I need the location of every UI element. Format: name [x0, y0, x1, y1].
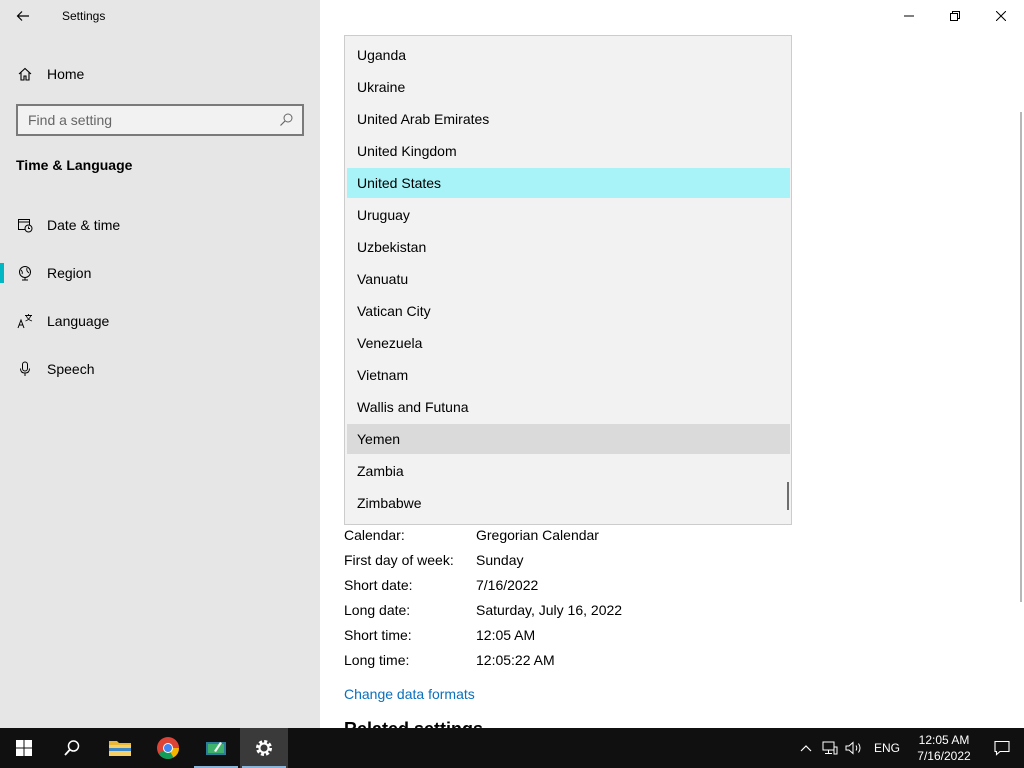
sidebar-item-label: Speech [47, 361, 95, 377]
search-icon[interactable] [278, 112, 294, 128]
regional-format-data: Calendar: Gregorian Calendar First day o… [344, 522, 622, 672]
sidebar-item-speech[interactable]: Speech [0, 349, 320, 389]
sidebar-item-date-time[interactable]: Date & time [0, 205, 320, 245]
clock-time: 12:05 AM [918, 733, 970, 747]
dropdown-option[interactable]: United Kingdom [347, 136, 790, 166]
language-icon [17, 313, 33, 329]
home-icon [17, 66, 33, 82]
sidebar-item-language[interactable]: Language [0, 301, 320, 341]
dropdown-option[interactable]: Vietnam [347, 360, 790, 390]
folder-icon [109, 741, 131, 756]
format-row: Calendar: Gregorian Calendar [344, 522, 622, 547]
sidebar-item-region[interactable]: Region [0, 253, 320, 293]
chrome-icon [157, 737, 179, 759]
app-icon [206, 742, 226, 755]
back-arrow-icon [16, 11, 29, 21]
dropdown-option[interactable]: Wallis and Futuna [347, 392, 790, 422]
format-row: Short date: 7/16/2022 [344, 572, 622, 597]
search-placeholder: Find a setting [28, 112, 113, 128]
format-value: 12:05:22 AM [476, 651, 555, 668]
settings-app-button[interactable] [240, 728, 288, 768]
format-row: First day of week: Sunday [344, 547, 622, 572]
format-label: Calendar: [344, 526, 405, 543]
taskbar-search-button[interactable] [48, 728, 96, 768]
dropdown-option[interactable]: Ukraine [347, 72, 790, 102]
search-icon [64, 740, 80, 756]
dropdown-option-selected[interactable]: United States [347, 168, 790, 198]
close-button[interactable] [978, 0, 1024, 32]
sidebar: Settings Home Find a setting Time & Lang… [0, 0, 320, 728]
title-bar: Settings [0, 0, 320, 32]
format-row: Short time: 12:05 AM [344, 622, 622, 647]
dropdown-scrollbar-thumb[interactable] [787, 482, 789, 510]
dropdown-option[interactable]: Venezuela [347, 328, 790, 358]
clock[interactable]: 12:05 AM 7/16/2022 [908, 732, 980, 764]
format-value: Sunday [476, 551, 524, 568]
sidebar-item-label: Date & time [47, 217, 121, 233]
minimize-button[interactable] [886, 0, 932, 32]
sidebar-item-label: Language [47, 313, 110, 329]
format-value: 7/16/2022 [476, 576, 539, 593]
format-label: First day of week: [344, 551, 454, 568]
restore-icon [950, 11, 960, 21]
clock-date: 7/16/2022 [917, 749, 971, 763]
home-label: Home [47, 66, 85, 82]
dropdown-option[interactable]: Zambia [347, 456, 790, 486]
window-controls [886, 0, 1024, 32]
format-label: Long date: [344, 601, 411, 618]
selection-indicator [0, 263, 4, 283]
format-label: Long time: [344, 651, 410, 668]
windows-logo-icon [16, 740, 32, 756]
calendar-clock-icon [17, 217, 33, 233]
notification-icon [994, 740, 1010, 756]
dropdown-option[interactable]: United Arab Emirates [347, 104, 790, 134]
main-scrollbar[interactable] [1020, 112, 1022, 602]
dropdown-option[interactable]: Uzbekistan [347, 232, 790, 262]
format-label: Short time: [344, 626, 412, 643]
country-dropdown-list[interactable]: Uganda Ukraine United Arab Emirates Unit… [344, 35, 792, 525]
close-icon [996, 11, 1006, 21]
change-data-formats-link[interactable]: Change data formats [344, 686, 475, 702]
back-button[interactable] [0, 0, 46, 32]
restore-button[interactable] [932, 0, 978, 32]
globe-icon [17, 265, 33, 281]
section-title: Time & Language [16, 157, 133, 173]
start-button[interactable] [0, 728, 48, 768]
dropdown-option[interactable]: Uruguay [347, 200, 790, 230]
dropdown-option[interactable]: Vatican City [347, 296, 790, 326]
network-icon [822, 741, 838, 755]
app-button[interactable] [192, 728, 240, 768]
sidebar-item-label: Region [47, 265, 92, 281]
file-explorer-button[interactable] [96, 728, 144, 768]
microphone-icon [17, 361, 33, 377]
speaker-icon [845, 741, 861, 755]
minimize-icon [904, 15, 914, 17]
dropdown-option[interactable]: Uganda [347, 40, 790, 70]
dropdown-option[interactable]: Vanuatu [347, 264, 790, 294]
chevron-up-icon [800, 745, 812, 752]
format-value: 12:05 AM [476, 626, 536, 643]
action-center-button[interactable] [980, 728, 1024, 768]
dropdown-option-hovered[interactable]: Yemen [347, 424, 790, 454]
format-row: Long date: Saturday, July 16, 2022 [344, 597, 622, 622]
show-hidden-icons-button[interactable] [794, 728, 818, 768]
related-settings-heading: Related settings [344, 720, 483, 728]
volume-button[interactable] [842, 728, 866, 768]
format-label: Short date: [344, 576, 413, 593]
chrome-button[interactable] [144, 728, 192, 768]
system-tray: ENG 12:05 AM 7/16/2022 [794, 728, 1024, 768]
format-value: Saturday, July 16, 2022 [476, 601, 623, 618]
network-button[interactable] [818, 728, 842, 768]
gear-icon [256, 740, 272, 756]
format-row: Long time: 12:05:22 AM [344, 647, 622, 672]
search-input[interactable]: Find a setting [16, 104, 304, 136]
taskbar: ENG 12:05 AM 7/16/2022 [0, 728, 1024, 768]
home-nav-item[interactable]: Home [0, 56, 320, 92]
dropdown-option[interactable]: Zimbabwe [347, 488, 790, 518]
input-language-indicator[interactable]: ENG [874, 741, 900, 755]
app-title: Settings [62, 9, 106, 23]
format-value: Gregorian Calendar [476, 526, 599, 543]
